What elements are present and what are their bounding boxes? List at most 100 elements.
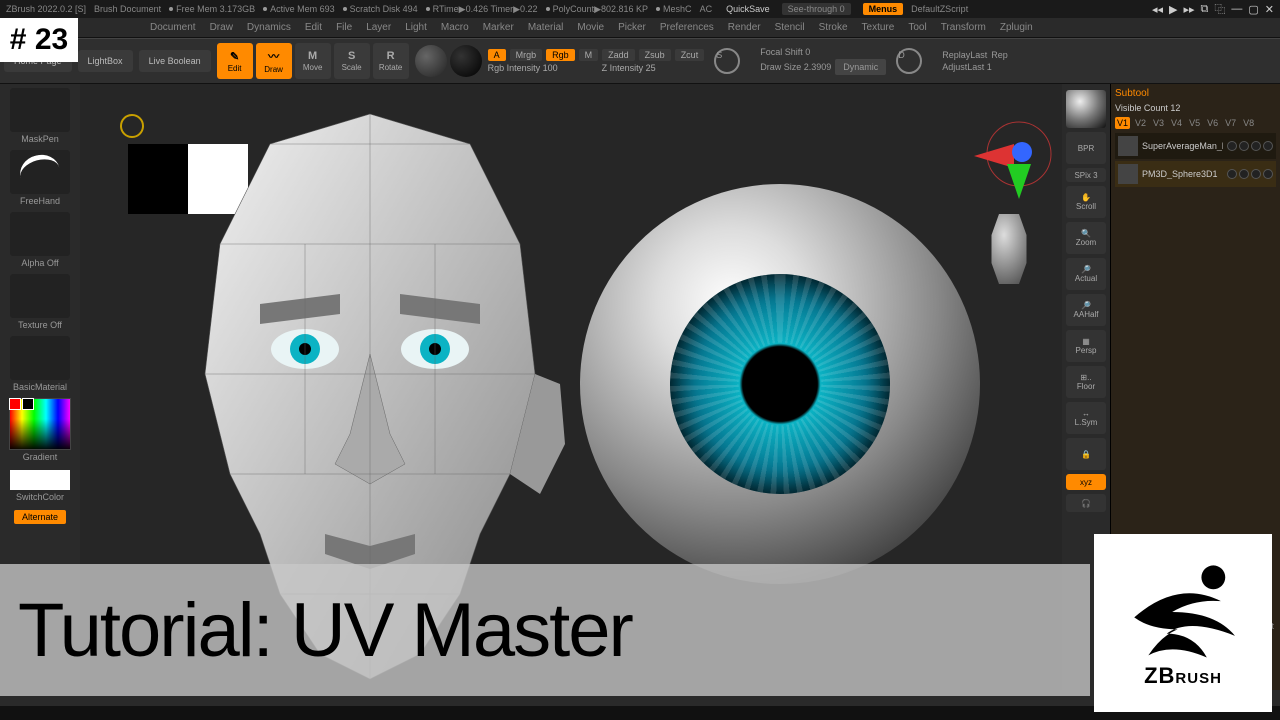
m-toggle[interactable]: M xyxy=(579,49,599,61)
texture-selector[interactable]: Texture Off xyxy=(7,274,73,334)
next-icon[interactable]: ▸▸ xyxy=(1183,3,1194,16)
layout-icon[interactable]: ⧉ xyxy=(1201,3,1209,16)
scroll-button[interactable]: ✋Scroll xyxy=(1066,186,1106,218)
zbrush-logo: ZBrush xyxy=(1094,534,1272,712)
maximize-icon[interactable]: ▢ xyxy=(1248,3,1258,16)
render-sphere[interactable] xyxy=(1066,90,1106,128)
headphone-icon[interactable]: 🎧 xyxy=(1066,494,1106,512)
rotate-mode[interactable]: RRotate xyxy=(373,43,409,79)
app-name: ZBrush 2022.0.2 [S] xyxy=(6,4,86,14)
visible-count[interactable]: Visible Count 12 xyxy=(1115,103,1276,113)
menu-draw[interactable]: Draw xyxy=(210,22,233,33)
menus-toggle[interactable]: Menus xyxy=(863,3,904,15)
menu-preferences[interactable]: Preferences xyxy=(660,22,714,33)
play-icon[interactable]: ▶ xyxy=(1169,3,1177,16)
quicksave-button[interactable]: QuickSave xyxy=(726,4,770,14)
menu-stencil[interactable]: Stencil xyxy=(775,22,805,33)
vtab-5[interactable]: V5 xyxy=(1187,117,1202,129)
polycount: PolyCount▶802.816 KP xyxy=(546,4,648,15)
lock-button[interactable]: 🔒 xyxy=(1066,438,1106,470)
rtime: RTime▶0.426 Timer▶0.22 xyxy=(426,4,538,15)
menu-marker[interactable]: Marker xyxy=(483,22,514,33)
bpr-button[interactable]: BPR xyxy=(1066,132,1106,164)
menu-macro[interactable]: Macro xyxy=(441,22,469,33)
copy-icon[interactable]: ⿻ xyxy=(1214,1,1225,17)
replaylast-button[interactable]: ReplayLast xyxy=(942,50,987,60)
vtab-7[interactable]: V7 xyxy=(1223,117,1238,129)
menu-light[interactable]: Light xyxy=(405,22,427,33)
zadd-toggle[interactable]: Zadd xyxy=(602,49,635,61)
statusbar xyxy=(0,706,1280,720)
xyz-button[interactable]: xyz xyxy=(1066,474,1106,490)
vtab-1[interactable]: V1 xyxy=(1115,117,1130,129)
menu-file[interactable]: File xyxy=(336,22,352,33)
scale-mode[interactable]: SScale xyxy=(334,43,370,79)
nav-gizmo[interactable] xyxy=(964,114,1054,314)
zsub-toggle[interactable]: Zsub xyxy=(639,49,671,61)
dynamic-orb-icon[interactable]: D xyxy=(896,48,922,74)
menu-layer[interactable]: Layer xyxy=(366,22,391,33)
rgb-intensity[interactable]: Rgb Intensity 100 xyxy=(488,63,558,73)
a-toggle[interactable]: A xyxy=(488,49,506,61)
lsym-button[interactable]: ↔L.Sym xyxy=(1066,402,1106,434)
vtab-2[interactable]: V2 xyxy=(1133,117,1148,129)
mrgb-toggle[interactable]: Mrgb xyxy=(510,49,543,61)
menu-dynamics[interactable]: Dynamics xyxy=(247,22,291,33)
vtab-3[interactable]: V3 xyxy=(1151,117,1166,129)
edit-mode[interactable]: ✎Edit xyxy=(217,43,253,79)
menu-document[interactable]: Document xyxy=(150,22,196,33)
spix[interactable]: SPix 3 xyxy=(1066,168,1106,182)
menu-stroke[interactable]: Stroke xyxy=(819,22,848,33)
floor-button[interactable]: ⊞..Floor xyxy=(1066,366,1106,398)
alpha-selector[interactable]: Alpha Off xyxy=(7,212,73,272)
alternate-button[interactable]: Alternate xyxy=(14,510,66,524)
doc-name: Brush Document xyxy=(94,4,161,14)
color-picker[interactable]: Gradient xyxy=(7,398,73,466)
focal-orb-icon[interactable]: S xyxy=(714,48,740,74)
menu-render[interactable]: Render xyxy=(728,22,761,33)
menu-material[interactable]: Material xyxy=(528,22,564,33)
tool-shelf: Home Page LightBox Live Boolean ✎Edit 〰D… xyxy=(0,38,1280,84)
mesh-cursor: MeshC xyxy=(656,4,692,14)
gizmo-icon[interactable] xyxy=(415,45,447,77)
vtab-6[interactable]: V6 xyxy=(1205,117,1220,129)
subtool-item[interactable]: SuperAverageMan_low xyxy=(1115,133,1276,159)
menu-zplugin[interactable]: Zplugin xyxy=(1000,22,1033,33)
menu-picker[interactable]: Picker xyxy=(618,22,646,33)
move-mode[interactable]: MMove xyxy=(295,43,331,79)
seethrough-slider[interactable]: See-through 0 xyxy=(782,3,851,15)
minimize-icon[interactable]: — xyxy=(1231,3,1242,15)
focal-shift[interactable]: Focal Shift 0 xyxy=(760,47,886,57)
zoom-button[interactable]: 🔍Zoom xyxy=(1066,222,1106,254)
lightbox-button[interactable]: LightBox xyxy=(78,50,133,72)
persp-button[interactable]: ▦Persp xyxy=(1066,330,1106,362)
rgb-toggle[interactable]: Rgb xyxy=(546,49,575,61)
menu-movie[interactable]: Movie xyxy=(577,22,604,33)
actual-button[interactable]: 🔎Actual xyxy=(1066,258,1106,290)
liveboolean-button[interactable]: Live Boolean xyxy=(139,50,211,72)
adjustlast[interactable]: AdjustLast 1 xyxy=(942,62,1008,72)
default-zscript[interactable]: DefaultZScript xyxy=(911,4,968,14)
menu-edit[interactable]: Edit xyxy=(305,22,322,33)
dynamic-toggle[interactable]: Dynamic xyxy=(835,59,886,75)
material-selector[interactable]: BasicMaterial xyxy=(7,336,73,396)
vtab-4[interactable]: V4 xyxy=(1169,117,1184,129)
rep-button[interactable]: Rep xyxy=(991,50,1008,60)
menu-tool[interactable]: Tool xyxy=(908,22,926,33)
zcut-toggle[interactable]: Zcut xyxy=(675,49,705,61)
menu-transform[interactable]: Transform xyxy=(941,22,986,33)
prev-icon[interactable]: ◂◂ xyxy=(1152,3,1163,16)
ac: AC xyxy=(700,4,713,14)
z-intensity[interactable]: Z Intensity 25 xyxy=(602,63,656,73)
close-icon[interactable]: ✕ xyxy=(1265,3,1274,16)
vtab-8[interactable]: V8 xyxy=(1241,117,1256,129)
aahalf-button[interactable]: 🔎AAHalf xyxy=(1066,294,1106,326)
stroke-selector[interactable]: FreeHand xyxy=(7,150,73,210)
menu-texture[interactable]: Texture xyxy=(862,22,895,33)
subtool-item[interactable]: PM3D_Sphere3D1 xyxy=(1115,161,1276,187)
switch-color[interactable]: SwitchColor xyxy=(7,468,73,506)
draw-mode[interactable]: 〰Draw xyxy=(256,43,292,79)
sculptris-icon[interactable] xyxy=(450,45,482,77)
brush-selector[interactable]: MaskPen xyxy=(7,88,73,148)
draw-size[interactable]: Draw Size 2.3909 xyxy=(760,62,831,72)
